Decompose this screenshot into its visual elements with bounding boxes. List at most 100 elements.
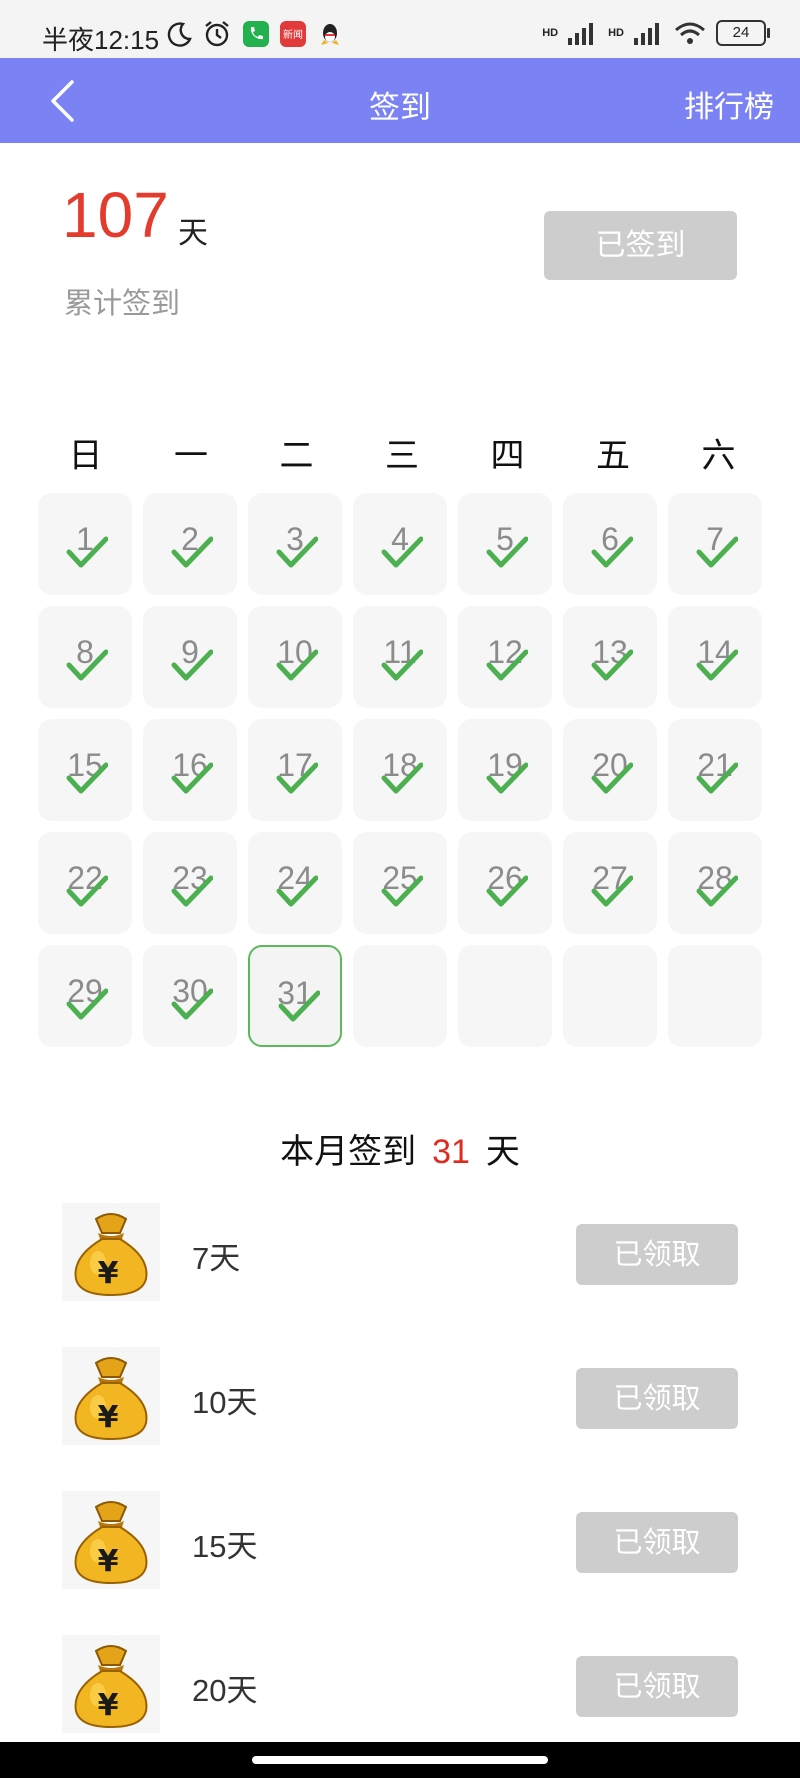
- home-indicator[interactable]: [252, 1756, 548, 1764]
- checkmark-icon: [278, 990, 320, 1022]
- calendar-day-cell[interactable]: 14: [668, 606, 762, 708]
- checkmark-icon: [171, 649, 213, 681]
- calendar-day-cell[interactable]: 8: [38, 606, 132, 708]
- checkmark-icon: [591, 536, 633, 568]
- wifi-icon: [675, 22, 705, 44]
- total-signin-label: 累计签到: [64, 286, 181, 320]
- monthly-prefix: 本月签到: [280, 1132, 417, 1172]
- calendar-day-cell[interactable]: 9: [143, 606, 237, 708]
- checkmark-icon: [696, 536, 738, 568]
- checkmark-icon: [381, 649, 423, 681]
- leaderboard-link[interactable]: 排行榜: [684, 82, 774, 126]
- calendar-day-cell[interactable]: 12: [458, 606, 552, 708]
- news-app-label: 新闻: [283, 28, 303, 41]
- news-app-icon: 新闻: [280, 21, 306, 47]
- svg-text:¥: ¥: [98, 1400, 119, 1435]
- calendar-day-cell[interactable]: 11: [353, 606, 447, 708]
- signal-icon-2: [634, 23, 659, 45]
- checkmark-icon: [66, 875, 108, 907]
- reward-claimed-button[interactable]: 已领取: [576, 1368, 738, 1429]
- battery-indicator: 24: [716, 20, 770, 46]
- checkmark-icon: [696, 875, 738, 907]
- checkmark-icon: [591, 762, 633, 794]
- calendar-day-cell[interactable]: 28: [668, 832, 762, 934]
- calendar-day-cell[interactable]: 27: [563, 832, 657, 934]
- calendar-day-cell[interactable]: 22: [38, 832, 132, 934]
- calendar-day-cell[interactable]: 25: [353, 832, 447, 934]
- calendar-day-cell[interactable]: 30: [143, 945, 237, 1047]
- calendar-day-cell[interactable]: 13: [563, 606, 657, 708]
- checkmark-icon: [486, 762, 528, 794]
- weekday-label: 二: [279, 436, 314, 476]
- weekday-label: 一: [174, 436, 208, 476]
- calendar-day-cell[interactable]: 24: [248, 832, 342, 934]
- calendar-day-cell[interactable]: 7: [668, 493, 762, 595]
- weekday-label: 五: [596, 436, 630, 476]
- total-signin-days: 107: [62, 179, 169, 251]
- checkmark-icon: [591, 649, 633, 681]
- calendar-day-cell[interactable]: 16: [143, 719, 237, 821]
- checkmark-icon: [276, 536, 318, 568]
- checkmark-icon: [696, 649, 738, 681]
- svg-text:¥: ¥: [98, 1688, 119, 1723]
- monthly-count: 31: [432, 1133, 470, 1171]
- calendar-empty-cell: [668, 945, 762, 1047]
- signal-icon: [568, 23, 594, 45]
- calendar-empty-cell: [353, 945, 447, 1047]
- calendar-day-cell[interactable]: 5: [458, 493, 552, 595]
- calendar-day-cell[interactable]: 17: [248, 719, 342, 821]
- checkmark-icon: [381, 875, 423, 907]
- money-bag-icon: ¥: [62, 1635, 160, 1733]
- calendar-day-cell[interactable]: 4: [353, 493, 447, 595]
- top-app-bar: 签到 排行榜: [0, 58, 800, 143]
- calendar-day-cell[interactable]: 10: [248, 606, 342, 708]
- calendar-day-cell[interactable]: 1: [38, 493, 132, 595]
- reward-days-label: 7天: [192, 1241, 241, 1276]
- money-bag-icon: ¥: [62, 1203, 160, 1301]
- checkmark-icon: [276, 762, 318, 794]
- reward-claimed-button[interactable]: 已领取: [576, 1224, 738, 1285]
- calendar-day-cell[interactable]: 18: [353, 719, 447, 821]
- reward-days-label: 10天: [192, 1385, 258, 1420]
- checkmark-icon: [276, 649, 318, 681]
- moon-icon: [167, 22, 192, 47]
- status-right-group: HD HD 24: [542, 20, 770, 46]
- network-hd-label: HD: [542, 27, 559, 39]
- reward-claimed-button[interactable]: 已领取: [576, 1512, 738, 1573]
- calendar-day-cell[interactable]: 2: [143, 493, 237, 595]
- checkmark-icon: [276, 875, 318, 907]
- total-signin-unit: 天: [178, 216, 208, 251]
- calendar-day-cell[interactable]: 20: [563, 719, 657, 821]
- money-bag-icon: ¥: [62, 1491, 160, 1589]
- calendar-day-cell[interactable]: 21: [668, 719, 762, 821]
- reward-row: ¥7天 已领取: [62, 1203, 738, 1303]
- weekday-label: 三: [385, 436, 419, 476]
- page-title: 签到: [369, 90, 431, 126]
- calendar-day-cell[interactable]: 6: [563, 493, 657, 595]
- checkmark-icon: [381, 762, 423, 794]
- calendar-day-cell[interactable]: 19: [458, 719, 552, 821]
- signed-in-button[interactable]: 已签到: [544, 211, 737, 280]
- calendar-day-cell[interactable]: 29: [38, 945, 132, 1047]
- calendar-empty-cell: [458, 945, 552, 1047]
- checkmark-icon: [591, 875, 633, 907]
- reward-row: ¥15天 已领取: [62, 1491, 738, 1591]
- calendar-empty-cell: [563, 945, 657, 1047]
- calendar-day-cell[interactable]: 31: [248, 945, 342, 1047]
- reward-days-label: 15天: [192, 1529, 258, 1564]
- weekday-label: 六: [701, 436, 736, 476]
- reward-claimed-button[interactable]: 已领取: [576, 1656, 738, 1717]
- alarm-icon: [205, 21, 229, 47]
- calendar-day-cell[interactable]: 3: [248, 493, 342, 595]
- calendar-day-cell[interactable]: 26: [458, 832, 552, 934]
- money-bag-icon: ¥: [62, 1347, 160, 1445]
- reward-row: ¥20天 已领取: [62, 1635, 738, 1735]
- qq-icon: [321, 24, 339, 45]
- status-time: 半夜12:15: [42, 25, 160, 55]
- calendar-day-cell[interactable]: 23: [143, 832, 237, 934]
- network-hd-label-2: HD: [608, 27, 624, 39]
- weekday-label: 四: [490, 436, 525, 476]
- calendar-day-cell[interactable]: 15: [38, 719, 132, 821]
- reward-row: ¥10天 已领取: [62, 1347, 738, 1447]
- checkmark-icon: [486, 536, 528, 568]
